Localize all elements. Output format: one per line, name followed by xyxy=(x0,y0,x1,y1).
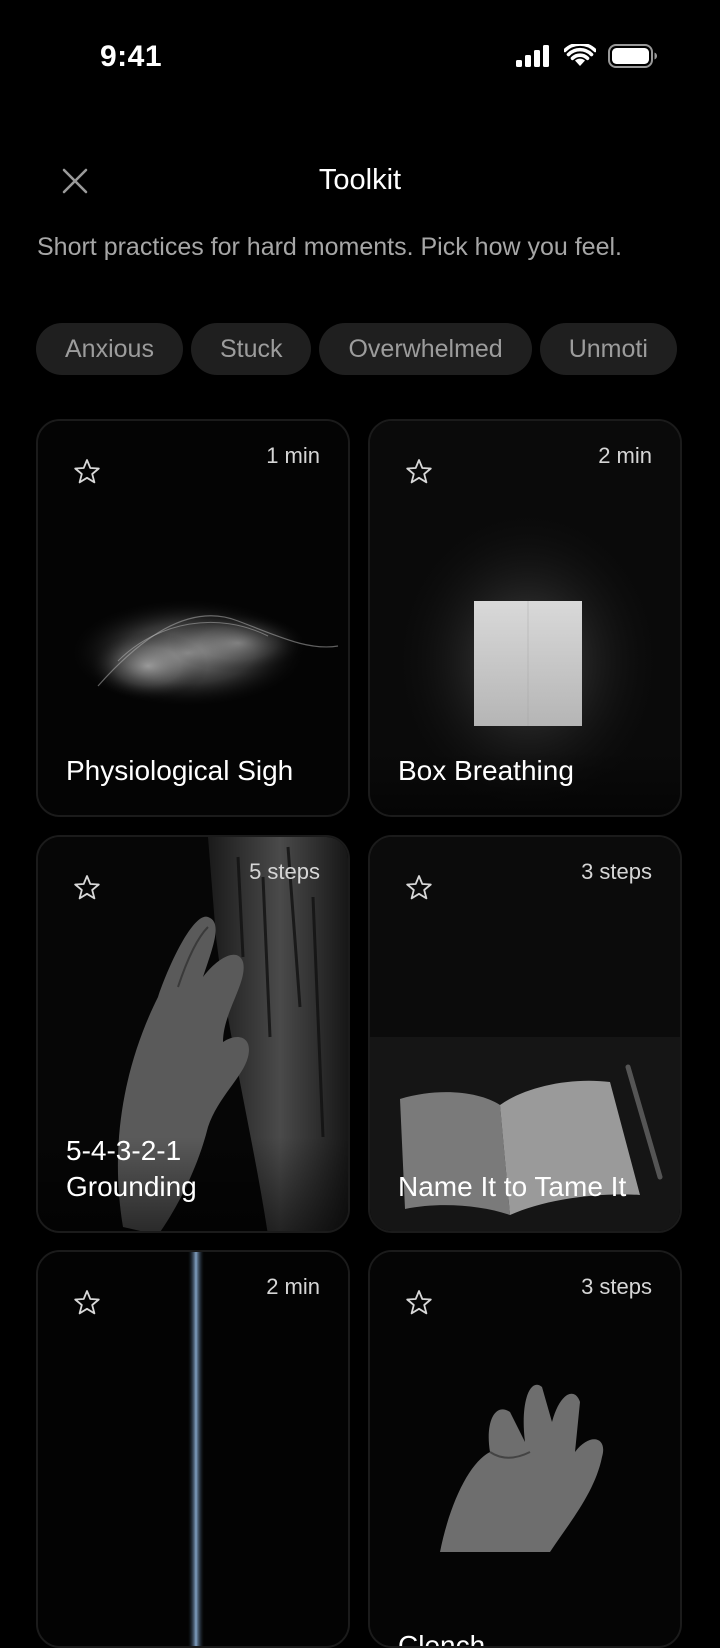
chip-overwhelmed[interactable]: Overwhelmed xyxy=(319,323,532,375)
chip-stuck[interactable]: Stuck xyxy=(190,323,312,375)
duration-label: 2 min xyxy=(266,1274,320,1299)
practice-card[interactable]: 5 steps 5-4-3-2-1 Grounding xyxy=(36,835,350,1233)
mood-filter-chips[interactable]: Anxious Stuck Overwhelmed Unmoti xyxy=(36,323,684,377)
header: Toolkit xyxy=(0,150,720,210)
page-title: Toolkit xyxy=(318,164,402,196)
steps-label: 5 steps xyxy=(249,859,320,884)
star-outline-icon[interactable] xyxy=(72,457,102,487)
chip-anxious[interactable]: Anxious xyxy=(36,323,183,375)
battery-icon xyxy=(608,44,657,68)
page-subtitle: Short practices for hard moments. Pick h… xyxy=(37,233,622,261)
practice-card[interactable]: 3 steps Name It to Tame It xyxy=(368,835,682,1233)
practice-name: 5-4-3-2-1 Grounding xyxy=(66,1135,197,1202)
wifi-icon xyxy=(564,44,596,66)
duration-label: 2 min xyxy=(598,443,652,468)
duration-label: 1 min xyxy=(266,443,320,468)
star-outline-icon[interactable] xyxy=(72,873,102,903)
practice-card[interactable]: 1 min Physiological Sigh xyxy=(36,419,350,817)
chip-unmotivated[interactable]: Unmoti xyxy=(539,323,677,375)
practice-card[interactable]: 2 min xyxy=(36,1250,350,1648)
cellular-signal-icon xyxy=(516,45,549,67)
status-bar: 9:41 xyxy=(0,0,720,120)
star-outline-icon[interactable] xyxy=(404,457,434,487)
practice-name: Box Breathing xyxy=(398,755,574,786)
status-time: 9:41 xyxy=(100,40,163,73)
practice-name: Physiological Sigh xyxy=(66,755,294,786)
practice-card[interactable]: 2 min Box Breathing xyxy=(368,419,682,817)
steps-label: 3 steps xyxy=(581,1274,652,1299)
practice-name: Clench xyxy=(398,1630,486,1648)
steps-label: 3 steps xyxy=(581,859,652,884)
status-icons xyxy=(516,44,658,68)
star-outline-icon[interactable] xyxy=(72,1288,102,1318)
practice-name: Name It to Tame It xyxy=(398,1171,627,1202)
practice-card[interactable]: 3 steps Clench xyxy=(368,1250,682,1648)
star-outline-icon[interactable] xyxy=(404,873,434,903)
star-outline-icon[interactable] xyxy=(404,1288,434,1318)
